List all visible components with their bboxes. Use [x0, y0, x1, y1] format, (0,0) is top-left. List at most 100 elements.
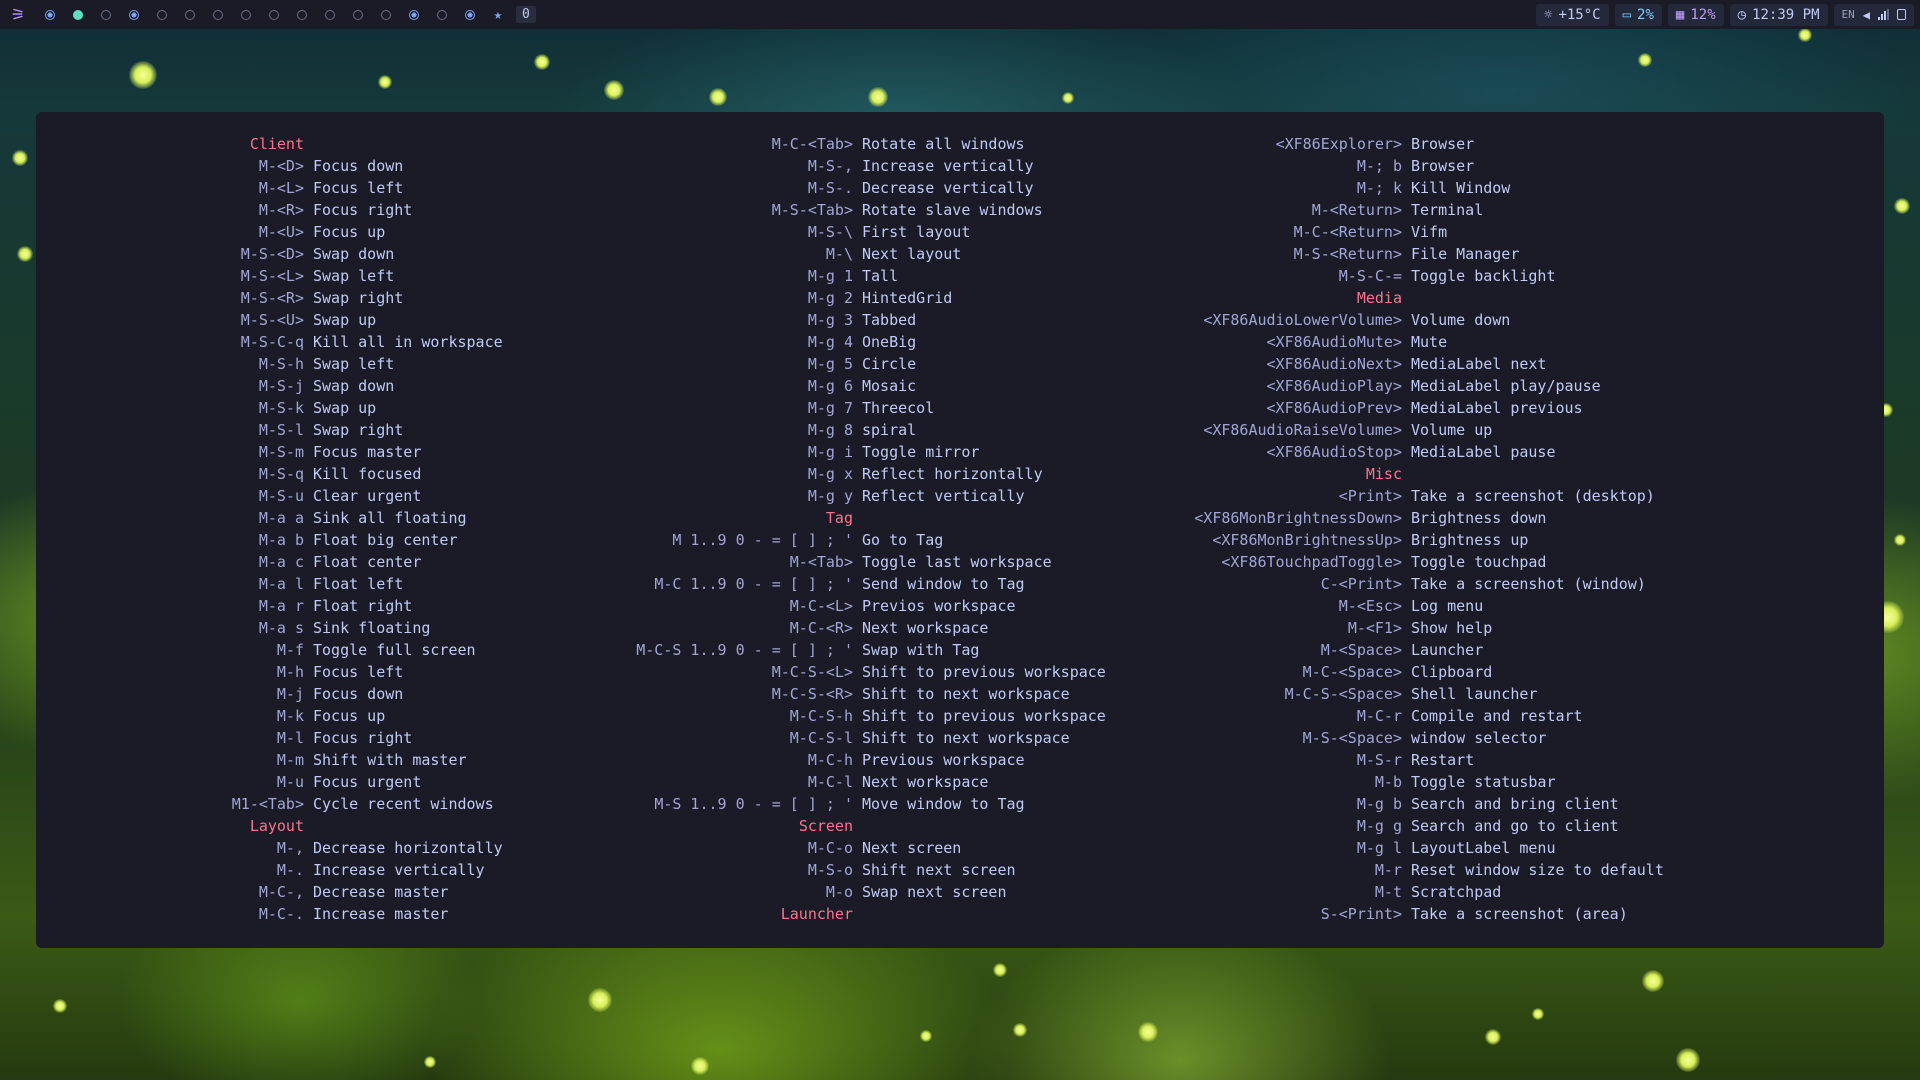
- keybinding-description: Clear urgent: [313, 487, 422, 505]
- keybinding-description: Take a screenshot (window): [1411, 575, 1646, 593]
- keybinding-description: Browser: [1411, 157, 1475, 175]
- clock-widget[interactable]: ◷ 12:39 PM: [1729, 3, 1828, 26]
- keybinding-key: C-<Print>: [1320, 575, 1402, 593]
- workspace-8[interactable]: [232, 0, 260, 29]
- signal-icon[interactable]: [1878, 9, 1889, 20]
- keybinding-key: M-C-h: [807, 751, 853, 769]
- workspace-2[interactable]: [64, 0, 92, 29]
- workspace-3[interactable]: [92, 0, 120, 29]
- keybinding-key: M-S-q: [258, 465, 304, 483]
- workspace-indicator-icon: [297, 9, 307, 20]
- keybinding-row: M-S-k Swap up: [36, 397, 503, 419]
- keybinding-key: M-C 1..9 0 - = [ ] ; ': [654, 575, 853, 593]
- workspace-12[interactable]: [344, 0, 372, 29]
- keybinding-row: <XF86Explorer> Browser: [1134, 133, 1664, 155]
- keyboard-layout[interactable]: EN: [1842, 8, 1855, 21]
- memory-widget[interactable]: ▦ 12%: [1667, 3, 1724, 26]
- keybinding-key: M-S-<Return>: [1293, 245, 1402, 263]
- cpu-widget[interactable]: ▭ 2%: [1614, 3, 1662, 26]
- workspace-9[interactable]: [260, 0, 288, 29]
- keybinding-key: M-g 1: [807, 267, 853, 285]
- workspace-4[interactable]: [120, 0, 148, 29]
- workspace-indicator-icon: [325, 9, 335, 20]
- keybinding-key: M-<Return>: [1311, 201, 1402, 219]
- workspace-indicator-icon: [353, 9, 363, 20]
- workspace-14[interactable]: [400, 0, 428, 29]
- keybinding-description: Sink floating: [313, 619, 431, 637]
- firefly-light: [378, 75, 392, 89]
- keybinding-row: M-g 8 spiral: [585, 419, 1106, 441]
- keybinding-row: M-h Focus left: [36, 661, 503, 683]
- keybinding-key: M-S-m: [258, 443, 304, 461]
- keybinding-row: M-j Focus down: [36, 683, 503, 705]
- keybinding-description: Tabbed: [862, 311, 917, 329]
- keybinding-description: Previous workspace: [862, 751, 1025, 769]
- keybinding-key: <XF86AudioPlay>: [1266, 377, 1402, 395]
- keybinding-description: Next layout: [862, 245, 962, 263]
- keybinding-row: M-g 4 OneBig: [585, 331, 1106, 353]
- keybinding-row: M-C-. Increase master: [36, 903, 503, 925]
- keybinding-description: Focus left: [313, 179, 404, 197]
- keybinding-description: Shift to previous workspace: [862, 663, 1106, 681]
- keybinding-row: M-S-l Swap right: [36, 419, 503, 441]
- keybinding-row: M-C-l Next workspace: [585, 771, 1106, 793]
- firefly-light: [534, 54, 550, 70]
- keybinding-description: Take a screenshot (desktop): [1411, 487, 1655, 505]
- temperature-widget[interactable]: ☼ +15°C: [1536, 3, 1609, 26]
- keybinding-description: Toggle full screen: [313, 641, 476, 659]
- firefly-light: [920, 1030, 932, 1042]
- keybinding-row: <XF86AudioPrev> MediaLabel previous: [1134, 397, 1664, 419]
- workspace-16[interactable]: [456, 0, 484, 29]
- keybinding-row: M-C-S-<R> Shift to next workspace: [585, 683, 1106, 705]
- lock-icon[interactable]: [1897, 9, 1906, 20]
- workspace-indicator-icon: [157, 9, 167, 20]
- keybinding-key: M1-<Tab>: [231, 795, 304, 813]
- window-manager-logo-icon[interactable]: ⚞: [0, 5, 36, 24]
- keybinding-description: Toggle statusbar: [1411, 773, 1556, 791]
- workspace-10[interactable]: [288, 0, 316, 29]
- keybinding-key: M-C-S-<R>: [771, 685, 853, 703]
- temperature-value: +15°C: [1558, 6, 1601, 23]
- keybinding-description: Reflect horizontally: [862, 465, 1043, 483]
- keybinding-row: M-<Esc> Log menu: [1134, 595, 1664, 617]
- keybinding-row: M-r Reset window size to default: [1134, 859, 1664, 881]
- keybinding-description: Focus urgent: [313, 773, 422, 791]
- keybinding-key: M-C-o: [807, 839, 853, 857]
- window-count: 0: [516, 6, 536, 23]
- keybinding-row: <XF86MonBrightnessDown> Brightness down: [1134, 507, 1664, 529]
- workspace-6[interactable]: [176, 0, 204, 29]
- keybinding-row: M-m Shift with master: [36, 749, 503, 771]
- star-icon[interactable]: ★: [484, 7, 512, 23]
- workspace-5[interactable]: [148, 0, 176, 29]
- keybinding-description: Browser: [1411, 135, 1475, 153]
- keybinding-key: M-\: [825, 245, 853, 263]
- keybinding-description: Decrease master: [313, 883, 449, 901]
- keybinding-row: M-a a Sink all floating: [36, 507, 503, 529]
- workspace-13[interactable]: [372, 0, 400, 29]
- keybinding-row: <XF86MonBrightnessUp> Brightness up: [1134, 529, 1664, 551]
- workspace-indicator-icon: [465, 9, 475, 20]
- keybinding-row: <XF86AudioLowerVolume> Volume down: [1134, 309, 1664, 331]
- keybinding-description: Toggle last workspace: [862, 553, 1052, 571]
- keybinding-key: M-a c: [258, 553, 304, 571]
- volume-icon[interactable]: ◀: [1863, 8, 1870, 22]
- keybinding-key: M-C-S-<L>: [771, 663, 853, 681]
- keybinding-description: Focus left: [313, 663, 404, 681]
- keybinding-row: <XF86AudioNext> MediaLabel next: [1134, 353, 1664, 375]
- firefly-light: [53, 999, 67, 1013]
- keybinding-row: M-a r Float right: [36, 595, 503, 617]
- keybindings-help-panel: Client M-<D> Focus down M-<L> Focus left M-<R…: [36, 112, 1884, 948]
- keybinding-description: Launcher: [1411, 641, 1484, 659]
- workspace-1[interactable]: [36, 0, 64, 29]
- workspace-7[interactable]: [204, 0, 232, 29]
- workspace-15[interactable]: [428, 0, 456, 29]
- firefly-light: [17, 246, 33, 262]
- keybinding-key: M-m: [276, 751, 304, 769]
- keybinding-key: M-S-o: [807, 861, 853, 879]
- workspace-indicator-icon: [437, 9, 447, 20]
- keybinding-key: M-o: [825, 883, 853, 901]
- keybinding-row: M-g 1 Tall: [585, 265, 1106, 287]
- keybinding-key: M-r: [1374, 861, 1402, 879]
- workspace-11[interactable]: [316, 0, 344, 29]
- keybinding-key: M-h: [276, 663, 304, 681]
